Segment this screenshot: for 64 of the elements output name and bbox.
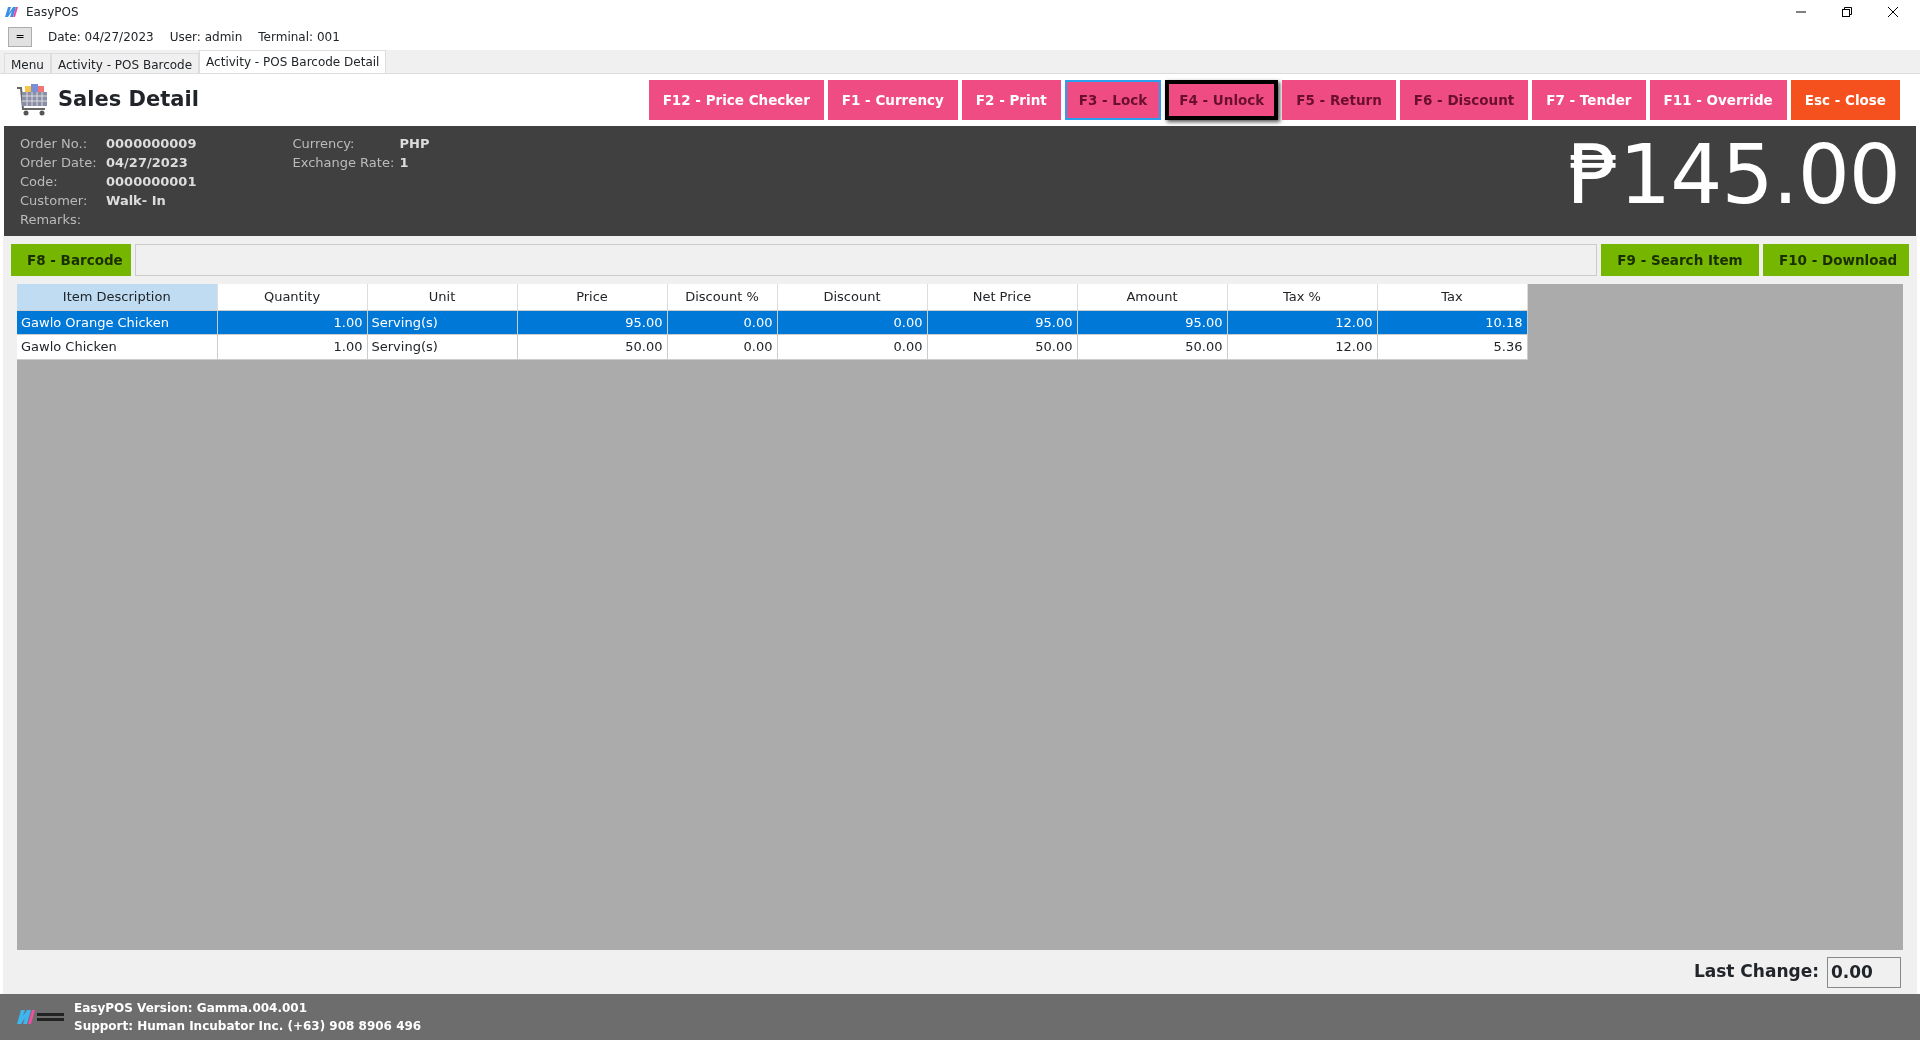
total-amount: ₱145.00 bbox=[1567, 134, 1900, 216]
table-cell: 12.00 bbox=[1227, 334, 1377, 359]
field-label: Remarks: bbox=[20, 211, 83, 229]
table-cell: 1.00 bbox=[217, 310, 367, 335]
field-value: 04/27/2023 bbox=[106, 154, 188, 172]
page-title: Sales Detail bbox=[58, 86, 199, 114]
table-cell: 5.36 bbox=[1377, 334, 1527, 359]
table-cell: Gawlo Orange Chicken bbox=[17, 310, 217, 335]
version-text: EasyPOS Version: Gamma.004.001 bbox=[74, 1000, 309, 1017]
table-cell: 0.00 bbox=[667, 334, 777, 359]
table-cell: 0.00 bbox=[667, 310, 777, 335]
tab[interactable]: Menu bbox=[4, 53, 51, 73]
column-header[interactable]: Tax bbox=[1377, 284, 1527, 310]
app-logo-icon bbox=[4, 6, 18, 18]
table-cell: Gawlo Chicken bbox=[17, 334, 217, 359]
table-cell: 50.00 bbox=[927, 334, 1077, 359]
tab[interactable]: Activity - POS Barcode bbox=[50, 53, 200, 73]
shopping-cart-icon bbox=[16, 83, 50, 117]
column-header[interactable]: Quantity bbox=[217, 284, 367, 310]
barcode-field[interactable] bbox=[135, 244, 1597, 276]
field-label: Code: bbox=[20, 173, 59, 191]
last-change-field: 0.00 bbox=[1827, 956, 1901, 988]
table-cell: 50.00 bbox=[1077, 334, 1227, 359]
column-header[interactable]: Net Price bbox=[927, 284, 1077, 310]
column-header[interactable]: Discount % bbox=[667, 284, 777, 310]
download-button[interactable]: F10 - Download bbox=[1763, 244, 1909, 276]
field-label: Order No.: bbox=[20, 135, 89, 153]
tab[interactable]: Activity - POS Barcode Detail bbox=[199, 50, 387, 73]
table-cell: 50.00 bbox=[517, 334, 667, 359]
table-cell: 12.00 bbox=[1227, 310, 1377, 335]
search-item-button[interactable]: F9 - Search Item bbox=[1601, 244, 1759, 276]
table-cell: 0.00 bbox=[777, 310, 927, 335]
user-label: User: admin bbox=[169, 29, 243, 46]
field-label: Order Date: bbox=[20, 154, 98, 172]
table-cell: 1.00 bbox=[217, 334, 367, 359]
barcode-button[interactable]: F8 - Barcode bbox=[11, 244, 131, 276]
table-cell: 95.00 bbox=[927, 310, 1077, 335]
column-header[interactable]: Amount bbox=[1077, 284, 1227, 310]
field-value: 0000000009 bbox=[106, 135, 197, 153]
company-logo-icon bbox=[16, 1008, 66, 1026]
column-header[interactable]: Unit bbox=[367, 284, 517, 310]
column-header[interactable]: Item Description bbox=[17, 284, 217, 310]
terminal-label: Terminal: 001 bbox=[258, 29, 340, 46]
field-label: Exchange Rate: bbox=[292, 154, 396, 172]
column-header[interactable]: Discount bbox=[777, 284, 927, 310]
field-label: Currency: bbox=[292, 135, 356, 153]
column-header[interactable]: Price bbox=[517, 284, 667, 310]
field-label: Customer: bbox=[20, 192, 89, 210]
menu-button[interactable]: = bbox=[8, 27, 32, 47]
field-value: 0000000001 bbox=[106, 173, 197, 191]
support-text: Support: Human Incubator Inc. (+63) 908 8906 496 bbox=[74, 1018, 422, 1035]
table-cell: Serving(s) bbox=[367, 310, 517, 335]
table-cell: 95.00 bbox=[1077, 310, 1227, 335]
table-cell: 10.18 bbox=[1377, 310, 1527, 335]
table-cell: 95.00 bbox=[517, 310, 667, 335]
table-cell: Serving(s) bbox=[367, 334, 517, 359]
field-value: Walk- In bbox=[106, 192, 166, 210]
last-change-label: Last Change: bbox=[1693, 960, 1819, 984]
field-value: PHP bbox=[399, 135, 430, 153]
field-value: 1 bbox=[399, 154, 409, 172]
date-label: Date: 04/27/2023 bbox=[48, 29, 154, 46]
window-title: EasyPOS bbox=[26, 4, 79, 21]
column-header[interactable]: Tax % bbox=[1227, 284, 1377, 310]
table-cell: 0.00 bbox=[777, 334, 927, 359]
